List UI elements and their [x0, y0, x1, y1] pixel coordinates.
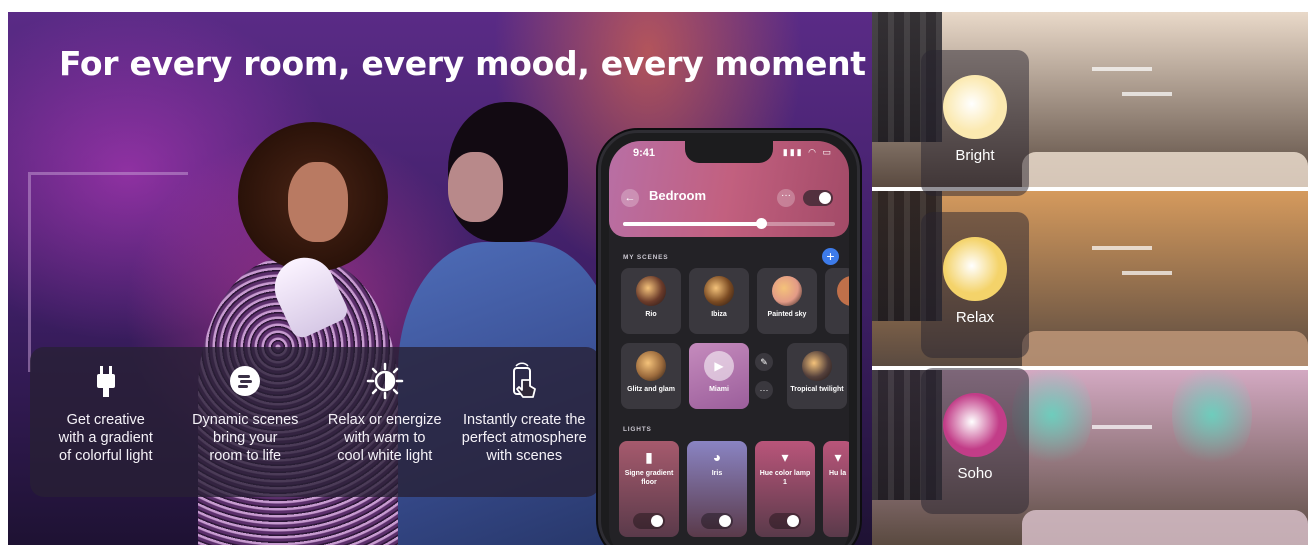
phone-tap-icon [456, 361, 592, 401]
light-toggle[interactable] [701, 513, 733, 529]
add-scene-button[interactable]: + [822, 248, 839, 265]
signal-battery-icon: ▮▮▮ ◠ ▭ [782, 147, 833, 157]
scene-more-button[interactable]: ··· [755, 381, 773, 399]
person-right-face [448, 152, 503, 222]
feature-text: Relax or energize with warm to cool whit… [327, 412, 442, 464]
bulb-icon: ▾ [781, 449, 789, 465]
scene-thumbnail [636, 276, 666, 306]
bulb-icon: ▾ [834, 449, 842, 465]
edit-scene-button[interactable]: ✎ [755, 353, 773, 371]
scene-ibiza[interactable]: Ibiza [689, 268, 749, 334]
mood-name: Relax [955, 309, 995, 326]
scene-thumbnail [802, 351, 832, 381]
light-name: Signe gradient floor [624, 470, 674, 486]
feature-gradient: Get creative with a gradient of colorful… [38, 361, 174, 497]
scene-name: Miami [709, 386, 729, 393]
wall-shelf [1092, 67, 1152, 71]
scene-thumbnail [772, 276, 802, 306]
mood-card-relax[interactable]: Relax [921, 212, 1029, 358]
scene-painted-sky[interactable]: Painted sky [757, 268, 817, 334]
scene-rio[interactable]: Rio [621, 268, 681, 334]
iris-lamp-icon: ◕ [712, 449, 722, 465]
mood-name: Soho [957, 465, 993, 482]
sofa [1022, 331, 1308, 366]
scene-miami[interactable]: ▶ Miami [689, 343, 749, 409]
scene-thumbnail [704, 276, 734, 306]
more-options-button[interactable]: ··· [777, 189, 795, 207]
feature-white-light: Relax or energize with warm to cool whit… [317, 361, 453, 497]
scene-name: Painted sky [767, 311, 807, 318]
sofa [1022, 510, 1308, 545]
wall-shelf [1092, 425, 1152, 429]
light-toggle[interactable] [769, 513, 801, 529]
feature-dynamic: Dynamic scenes bring your room to life [177, 361, 313, 497]
play-icon[interactable]: ▶ [704, 351, 734, 381]
light-name: Iris [711, 470, 723, 477]
hero-photo: For every room, every mood, every moment… [8, 12, 872, 545]
light-toggle[interactable] [633, 513, 665, 529]
room-power-toggle[interactable] [803, 190, 833, 206]
scene-name: Tropical twilight [790, 386, 844, 393]
feature-text: Dynamic scenes bring your room to life [192, 412, 299, 464]
scene-partial[interactable] [825, 268, 849, 334]
scene-name: Ibiza [711, 311, 727, 318]
floor-lamp-icon: ▮ [645, 449, 653, 465]
wall-shelf [1122, 271, 1172, 275]
feature-text: Instantly create the perfect atmosphere … [461, 412, 587, 464]
mood-card-soho[interactable]: Soho [921, 368, 1029, 514]
room-header: 9:41 ▮▮▮ ◠ ▭ ← Bedroom ··· [609, 141, 849, 237]
hue-banner: For every room, every mood, every moment… [8, 12, 1308, 545]
phone-mockup: 9:41 ▮▮▮ ◠ ▭ ← Bedroom ··· MY SCENES + R… [598, 130, 860, 545]
scene-name: Glitz and glam [627, 386, 675, 393]
relax-orb-icon [943, 237, 1007, 301]
feature-atmosphere: Instantly create the perfect atmosphere … [456, 361, 592, 497]
bright-orb-icon [943, 75, 1007, 139]
wall-shelf [1092, 246, 1152, 250]
mood-card-bright[interactable]: Bright [921, 50, 1029, 196]
features-panel: Get creative with a gradient of colorful… [30, 347, 600, 497]
room-title: Bedroom [649, 188, 707, 203]
feature-text: Get creative with a gradient of colorful… [58, 412, 153, 464]
hue-app-screen: 9:41 ▮▮▮ ◠ ▭ ← Bedroom ··· MY SCENES + R… [609, 141, 849, 545]
dynamic-scenes-icon [177, 361, 313, 401]
light-hue-color-lamp[interactable]: ▾ Hue color lamp 1 [755, 441, 815, 537]
light-name: Hue color lamp 1 [759, 470, 811, 486]
clothing-rack [28, 172, 188, 372]
status-time: 9:41 [633, 147, 656, 159]
light-iris[interactable]: ◕ Iris [687, 441, 747, 537]
sun-moon-icon [317, 361, 453, 401]
scene-thumbnail [636, 351, 666, 381]
scene-tropical-twilight[interactable]: Tropical twilight [787, 343, 847, 409]
scene-name: Rio [645, 311, 657, 318]
my-scenes-label: MY SCENES [623, 254, 669, 261]
soho-orb-icon [943, 393, 1007, 457]
light-signe[interactable]: ▮ Signe gradient floor [619, 441, 679, 537]
sofa [1022, 152, 1308, 187]
scene-thumbnail [837, 276, 849, 306]
gradient-lightstrip-icon [38, 361, 174, 401]
person-left-face [288, 162, 348, 242]
brightness-fill [623, 222, 761, 226]
mood-name: Bright [955, 147, 995, 164]
brightness-knob[interactable] [755, 218, 767, 229]
scene-glitz-and-glam[interactable]: Glitz and glam [621, 343, 681, 409]
headline: For every room, every mood, every moment [59, 44, 866, 83]
brightness-slider[interactable] [623, 218, 835, 229]
phone-notch [685, 141, 773, 163]
wall-shelf [1122, 92, 1172, 96]
back-button[interactable]: ← [621, 189, 639, 207]
lights-label: LIGHTS [623, 426, 652, 433]
light-name: Hu la [829, 470, 847, 477]
light-partial[interactable]: ▾ Hu la [823, 441, 849, 537]
